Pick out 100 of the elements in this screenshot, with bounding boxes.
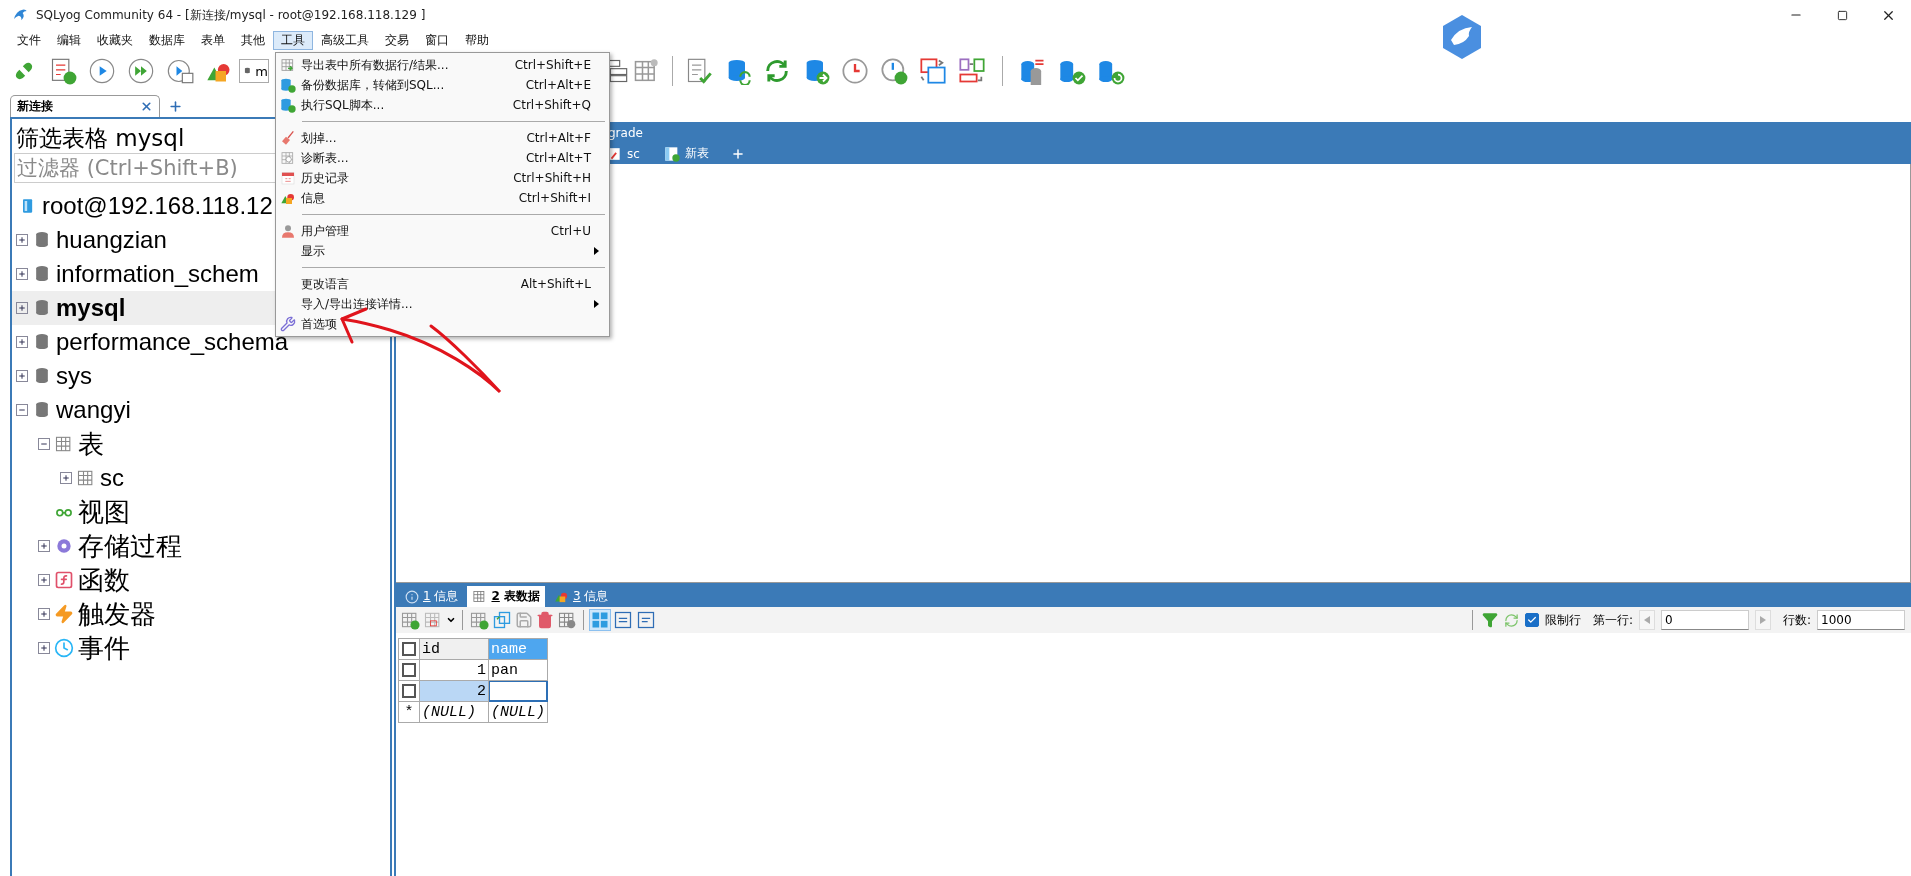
- menu-item[interactable]: 交易: [377, 30, 417, 50]
- info-icon: [405, 589, 419, 604]
- text-view-icon[interactable]: [636, 610, 656, 630]
- tree-item[interactable]: 事件: [12, 631, 390, 665]
- calendar-icon: [280, 170, 296, 186]
- expand-icon[interactable]: [16, 302, 28, 314]
- tables-arrows-icon[interactable]: [919, 57, 947, 85]
- select-all-checkbox[interactable]: [402, 641, 416, 656]
- refresh-icon[interactable]: [1503, 612, 1519, 628]
- checkmark-icon: [1526, 615, 1537, 625]
- column-header[interactable]: id: [419, 638, 489, 660]
- menu-item[interactable]: 其他: [233, 30, 273, 50]
- expand-icon[interactable]: [38, 608, 50, 620]
- field-label: 第一行:: [1592, 611, 1633, 629]
- tree-item[interactable]: 存储过程: [12, 529, 390, 563]
- menu-item[interactable]: 编辑: [49, 30, 89, 50]
- result-tab[interactable]: 1 信息: [400, 586, 464, 607]
- add-tab-icon[interactable]: [730, 146, 745, 161]
- expand-icon[interactable]: [38, 540, 50, 552]
- table-arrow-icon: [280, 57, 296, 73]
- database-plus-icon: [280, 77, 296, 93]
- form-view-icon[interactable]: [613, 610, 633, 630]
- gear-icon: [54, 536, 74, 556]
- fast-forward-icon[interactable]: [127, 57, 155, 85]
- document-plus-icon[interactable]: [49, 57, 77, 85]
- play-icon[interactable]: [88, 57, 116, 85]
- copy-arrow-icon[interactable]: [492, 610, 512, 630]
- menu-option[interactable]: 用户管理 Ctrl+U: [276, 221, 609, 241]
- menu-item[interactable]: 窗口: [417, 30, 457, 50]
- filter-heading: 筛选表格 mysql: [15, 124, 185, 153]
- row-checkbox[interactable]: [402, 662, 416, 677]
- expand-icon[interactable]: [16, 370, 28, 382]
- menu-option[interactable]: 信息 Ctrl+Shift+I: [276, 188, 609, 208]
- menu-option[interactable]: 导出表中所有数据行/结果... Ctrl+Shift+E: [276, 55, 609, 75]
- boxes-arrows-icon[interactable]: [958, 57, 986, 85]
- wrench-icon: [280, 316, 296, 332]
- result-tab[interactable]: 3 信息: [549, 586, 614, 607]
- database-stack-icon[interactable]: [1019, 57, 1047, 85]
- tree-item[interactable]: 视图: [12, 495, 390, 529]
- menu-item[interactable]: 文件: [9, 30, 49, 50]
- menu-option[interactable]: 显示: [276, 241, 609, 261]
- close-icon[interactable]: [140, 100, 153, 113]
- table-icon: [472, 589, 488, 604]
- new-row-marker: *: [404, 703, 414, 721]
- query-tab[interactable]: grade: [606, 125, 645, 140]
- database-plus-icon: [280, 97, 296, 113]
- row-count-field[interactable]: 1000: [1817, 610, 1905, 630]
- connection-tab[interactable]: 新连接: [10, 95, 160, 117]
- expand-icon[interactable]: [16, 268, 28, 280]
- expand-icon[interactable]: [16, 234, 28, 246]
- query-tab[interactable]: 新表: [661, 145, 711, 162]
- dropdown-caret-icon[interactable]: [446, 615, 456, 625]
- tree-item[interactable]: 触发器: [12, 597, 390, 631]
- table-add-icon[interactable]: [469, 610, 489, 630]
- save-icon[interactable]: [515, 611, 533, 629]
- result-tab[interactable]: 2 表数据: [467, 586, 545, 607]
- menu-item[interactable]: 帮助: [457, 30, 497, 50]
- menu-item[interactable]: 表单: [193, 30, 233, 50]
- table-cancel-icon[interactable]: [557, 610, 577, 630]
- expand-icon[interactable]: [38, 574, 50, 586]
- clock-icon[interactable]: [841, 57, 869, 85]
- row-checkbox[interactable]: [402, 683, 416, 698]
- left-triangle-icon: [1643, 616, 1650, 624]
- expand-icon[interactable]: [38, 642, 50, 654]
- grid-view-icon[interactable]: [590, 610, 610, 630]
- user-icon: [280, 223, 296, 239]
- document-check-icon[interactable]: [685, 57, 713, 85]
- tree-item[interactable]: 表: [12, 427, 390, 461]
- broom-icon: [280, 130, 296, 146]
- tree-item[interactable]: sys: [12, 359, 390, 393]
- menu-option[interactable]: 备份数据库，转储到SQL... Ctrl+Alt+E: [276, 75, 609, 95]
- table-search-icon: [280, 150, 296, 166]
- menu-option[interactable]: 更改语言 Alt+Shift+L: [276, 274, 609, 294]
- delete-icon[interactable]: [536, 611, 554, 629]
- filter-icon[interactable]: [1481, 612, 1498, 628]
- previous-button[interactable]: [1638, 610, 1655, 630]
- menu-item[interactable]: 收藏夹: [89, 30, 141, 50]
- tree-item[interactable]: sc: [12, 461, 390, 495]
- clock-icon: [54, 638, 74, 658]
- tree-item[interactable]: wangyi: [12, 393, 390, 427]
- menu-item[interactable]: 工具: [273, 30, 313, 50]
- collapse-icon[interactable]: [38, 438, 50, 450]
- field-label: 行数:: [1782, 611, 1811, 629]
- tree-item[interactable]: 函数: [12, 563, 390, 597]
- database-dropdown[interactable]: m: [239, 59, 269, 83]
- play-table-icon[interactable]: [166, 57, 194, 85]
- refresh-icon[interactable]: [763, 57, 791, 85]
- table-add-icon[interactable]: [400, 610, 420, 630]
- menu-item[interactable]: 高级工具: [313, 30, 377, 50]
- expand-icon[interactable]: [16, 336, 28, 348]
- expand-icon[interactable]: [60, 472, 72, 484]
- lightning-icon: [54, 604, 74, 624]
- add-tab-icon[interactable]: [168, 99, 183, 114]
- menu-option[interactable]: 执行SQL脚本... Ctrl+Shift+Q: [276, 95, 609, 115]
- menu-option[interactable]: 划掉... Ctrl+Alt+F: [276, 128, 609, 148]
- limit-rows-checkbox[interactable]: [1524, 613, 1539, 627]
- collapse-icon[interactable]: [16, 404, 28, 416]
- menu-item[interactable]: 数据库: [141, 30, 193, 50]
- first-row-field[interactable]: 0: [1660, 610, 1749, 630]
- next-button[interactable]: [1754, 610, 1771, 630]
